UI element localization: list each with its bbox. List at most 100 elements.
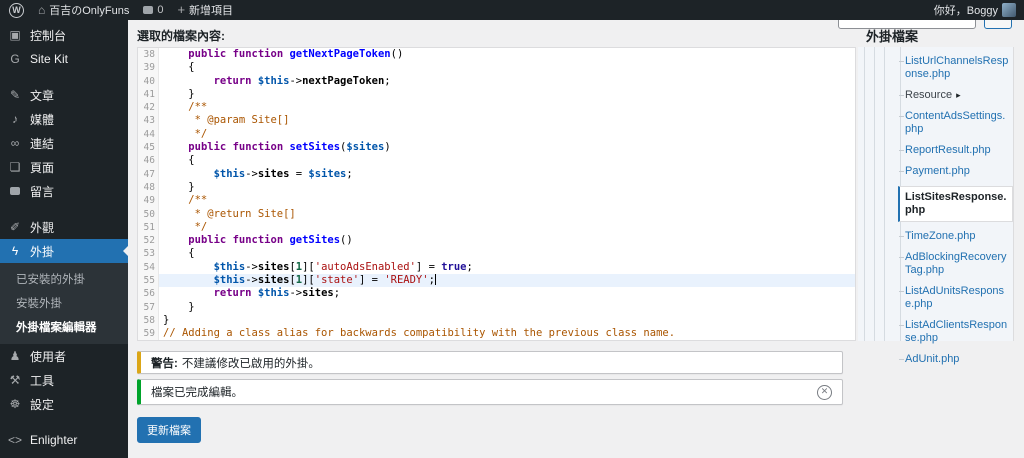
- sidebar-group: <> Enlighter: [0, 425, 128, 452]
- file-tree-items: ListUrlChannelsResponse.php Resource▸ Cont…: [905, 47, 1010, 374]
- sidebar-item-plugins[interactable]: ϟ外掛: [0, 239, 128, 263]
- sidebar-item-label: 工具: [30, 372, 54, 389]
- line-number: 45: [138, 141, 159, 154]
- code-line: 47 $this->sites = $sites;: [138, 168, 855, 181]
- sidebar-subitem-install-plugin[interactable]: 安裝外掛: [0, 291, 128, 315]
- update-file-button[interactable]: 更新檔案: [137, 417, 201, 443]
- sidebar-item-dashboard[interactable]: ▣控制台: [0, 23, 128, 47]
- plugin-files-heading: 外掛檔案: [866, 26, 918, 45]
- file-name: TimeZone.php: [905, 230, 976, 242]
- warning-prefix: 警告:: [151, 358, 178, 370]
- sidebar-item-links[interactable]: ∞連結: [0, 131, 128, 155]
- sidebar-item-users[interactable]: ♟ 使用者: [0, 344, 128, 368]
- sidebar-item-media[interactable]: ♪媒體: [0, 107, 128, 131]
- home-icon: ⌂: [38, 3, 45, 17]
- line-number: 43: [138, 114, 159, 127]
- line-number: 39: [138, 61, 159, 74]
- line-number: 55: [138, 274, 159, 287]
- code-text: /**: [159, 194, 855, 207]
- file-name: Payment.php: [905, 165, 970, 177]
- code-editor[interactable]: 38 public function getNextPageToken()39 …: [137, 47, 856, 341]
- comment-bubble-icon: [143, 6, 153, 14]
- comment-bubble-icon: [8, 184, 22, 198]
- sidebar-item-label: Site Kit: [30, 52, 68, 66]
- file-name: ListAdClientsResponse.php: [905, 319, 1007, 344]
- sidebar-item-label: Enlighter: [30, 433, 77, 447]
- tree-file-listadunitsresponse-php[interactable]: ListAdUnitsResponse.php: [905, 285, 1010, 311]
- code-text: $this->sites[1]['autoAdsEnabled'] = true…: [159, 261, 855, 274]
- line-number: 44: [138, 128, 159, 141]
- admin-bar-left: W ⌂ 百吉のOnlyFuns 0 + 新增項目: [0, 2, 233, 18]
- active-menu-arrow: [118, 246, 128, 256]
- line-number: 58: [138, 314, 159, 327]
- sidebar-subitem-plugin-file-editor[interactable]: 外掛檔案編輯器: [0, 315, 128, 339]
- sidebar-menu: ▣控制台GSite Kit✎文章♪媒體∞連結❏頁面留言✐外觀ϟ外掛已安裝的外掛安…: [0, 20, 128, 458]
- tree-file-reportresult-php[interactable]: ReportResult.php: [905, 144, 1010, 157]
- tree-file-timezone-php[interactable]: TimeZone.php: [905, 230, 1010, 243]
- code-text: public function getSites(): [159, 234, 855, 247]
- tree-file-listurlchannelsresponse-php[interactable]: ListUrlChannelsResponse.php: [905, 55, 1010, 81]
- code-line: 40 return $this->nextPageToken;: [138, 75, 855, 88]
- comments-shortcut[interactable]: 0: [143, 4, 163, 16]
- code-text: }: [159, 314, 855, 327]
- wordpress-menu[interactable]: W: [9, 3, 24, 18]
- sidebar-item-pages[interactable]: ❏頁面: [0, 155, 128, 179]
- sidebar-subitem-installed-plugins[interactable]: 已安裝的外掛: [0, 267, 128, 291]
- text-cursor: [435, 274, 436, 285]
- line-number: 52: [138, 234, 159, 247]
- success-text: 檔案已完成編輯。: [151, 384, 243, 400]
- new-item-menu[interactable]: + 新增項目: [177, 2, 233, 18]
- tree-file-listsitesresponse-php[interactable]: ListSitesResponse.php: [898, 186, 1013, 222]
- tree-file-listadclientsresponse-php[interactable]: ListAdClientsResponse.php: [905, 319, 1010, 345]
- file-name: ListUrlChannelsResponse.php: [905, 55, 1008, 80]
- code-line: 44 */: [138, 128, 855, 141]
- code-text: $this->sites = $sites;: [159, 168, 855, 181]
- success-notice: 檔案已完成編輯。 ✕: [137, 379, 843, 405]
- tree-file-contentadssettings-php[interactable]: ContentAdsSettings.php: [905, 110, 1010, 136]
- sidebar-group: ▣控制台GSite Kit: [0, 20, 128, 71]
- line-number: 48: [138, 181, 159, 194]
- line-number: 54: [138, 261, 159, 274]
- site-name: 百吉のOnlyFuns: [49, 2, 129, 18]
- sidebar-item-comments[interactable]: 留言: [0, 179, 128, 203]
- warning-notice: 警告: 不建議修改已啟用的外掛。: [137, 351, 843, 374]
- sidebar-item-posts[interactable]: ✎文章: [0, 83, 128, 107]
- sidebar-item-label: 使用者: [30, 348, 66, 365]
- file-content-label: 選取的檔案內容:: [137, 27, 225, 44]
- sidebar-item-tools[interactable]: ⚒ 工具: [0, 368, 128, 392]
- sidebar-item-label: 文章: [30, 87, 54, 104]
- enlighter-icon: <>: [8, 433, 22, 447]
- code-text: // Adding a class alias for backwards co…: [159, 327, 855, 340]
- sidebar-item-label: 連結: [30, 135, 54, 152]
- tree-file-adblockingrecoverytag-php[interactable]: AdBlockingRecoveryTag.php: [905, 251, 1010, 277]
- comments-count: 0: [157, 4, 163, 16]
- site-link[interactable]: ⌂ 百吉のOnlyFuns: [38, 2, 129, 18]
- sidebar-item-appearance[interactable]: ✐外觀: [0, 215, 128, 239]
- line-number: 38: [138, 48, 159, 61]
- line-number: 46: [138, 154, 159, 167]
- dismiss-notice-button[interactable]: ✕: [817, 385, 832, 400]
- plugins-submenu: 已安裝的外掛安裝外掛外掛檔案編輯器: [0, 263, 128, 344]
- tree-folder-resource[interactable]: Resource▸: [905, 89, 1010, 102]
- sidebar-item-sitekit[interactable]: GSite Kit: [0, 47, 128, 71]
- users-icon: ♟: [8, 349, 22, 363]
- tree-file-adunit-php[interactable]: AdUnit.php: [905, 353, 1010, 366]
- tree-guide-line: [864, 47, 865, 341]
- line-number: 42: [138, 101, 159, 114]
- warning-text: 不建議修改已啟用的外掛。: [182, 358, 320, 370]
- line-number: 59: [138, 327, 159, 340]
- file-name: AdBlockingRecoveryTag.php: [905, 251, 1007, 276]
- code-line: 45 public function setSites($sites): [138, 141, 855, 154]
- new-item-label: 新增項目: [189, 2, 233, 18]
- sidebar-item-settings[interactable]: ☸設定: [0, 392, 128, 416]
- code-text: {: [159, 247, 855, 260]
- admin-sidebar: ▣控制台GSite Kit✎文章♪媒體∞連結❏頁面留言✐外觀ϟ外掛已安裝的外掛安…: [0, 20, 128, 458]
- code-text: }: [159, 181, 855, 194]
- file-name: AdUnit.php: [905, 353, 959, 365]
- code-text: */: [159, 221, 855, 234]
- sidebar-item-enlighter[interactable]: <> Enlighter: [0, 428, 128, 452]
- howdy-menu[interactable]: 你好，Boggy: [934, 2, 1016, 18]
- tools-icon: ⚒: [8, 373, 22, 387]
- tree-file-payment-php[interactable]: Payment.php: [905, 165, 1010, 178]
- code-line: 38 public function getNextPageToken(): [138, 48, 855, 61]
